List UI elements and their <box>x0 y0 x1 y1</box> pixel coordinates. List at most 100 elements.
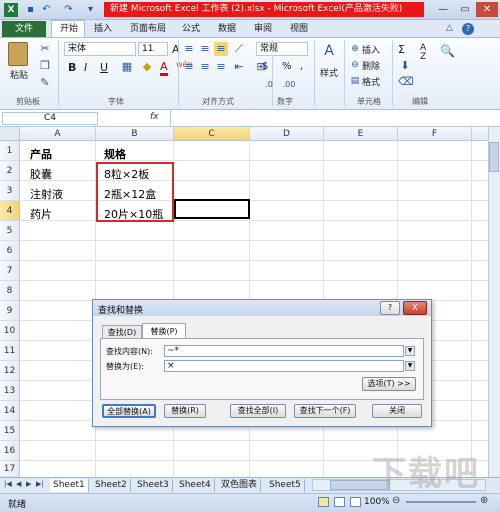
bold-button[interactable]: B <box>68 61 76 74</box>
row-header-13[interactable]: 13 <box>0 381 20 401</box>
align-top-icon[interactable]: ≡ <box>182 42 196 56</box>
sheet-tab-6[interactable]: Sheet5 <box>266 479 305 492</box>
comma-button[interactable]: , <box>300 61 303 72</box>
active-cell-c4[interactable] <box>174 199 250 219</box>
delete-cells-button[interactable]: 删除 <box>362 59 380 72</box>
align-left-icon[interactable]: ≡ <box>182 60 196 74</box>
select-all-corner[interactable] <box>0 127 20 141</box>
maximize-button[interactable]: ▭ <box>454 2 476 17</box>
currency-button[interactable]: $ <box>262 61 268 72</box>
minimize-button[interactable]: — <box>432 2 454 17</box>
column-header-f[interactable]: F <box>398 127 472 141</box>
tab-home[interactable]: 开始 <box>54 21 84 37</box>
align-bottom-icon[interactable]: ≡ <box>214 42 228 56</box>
row-header-2[interactable]: 2 <box>0 161 20 181</box>
tab-find[interactable]: 查找(D) <box>102 325 142 338</box>
paste-button-label[interactable]: 粘贴 <box>10 68 28 81</box>
name-box[interactable]: C4 <box>2 112 98 125</box>
find-what-dropdown[interactable]: ▼ <box>405 346 415 356</box>
sheet-tab-2[interactable]: Sheet2 <box>92 479 131 492</box>
orientation-icon[interactable]: ⟋ <box>232 42 246 56</box>
cell-a1[interactable]: 产品 <box>30 146 52 162</box>
undo-icon[interactable]: ↶ <box>40 3 53 16</box>
styles-button-label[interactable]: 样式 <box>320 66 338 79</box>
tab-page-layout[interactable]: 页面布局 <box>124 21 172 37</box>
options-button[interactable]: 选项(T) >> <box>362 377 416 391</box>
align-middle-icon[interactable]: ≡ <box>198 42 212 56</box>
column-header-d[interactable]: D <box>250 127 324 141</box>
close-window-button[interactable]: ✕ <box>476 2 498 17</box>
format-cells-button[interactable]: 格式 <box>362 75 380 88</box>
close-dialog-button[interactable]: 关闭 <box>372 404 422 418</box>
row-header-17[interactable]: 17 <box>0 461 20 477</box>
cell-a4[interactable]: 药片 <box>30 206 52 222</box>
find-select-icon[interactable]: 🔍 <box>440 44 455 58</box>
column-header-b[interactable]: B <box>96 127 174 141</box>
sheet-nav-first-icon[interactable]: |◀ <box>4 480 12 488</box>
normal-view-icon[interactable] <box>318 497 329 507</box>
row-header-1[interactable]: 1 <box>0 141 20 161</box>
row-header-6[interactable]: 6 <box>0 241 20 261</box>
row-header-7[interactable]: 7 <box>0 261 20 281</box>
sheet-nav-next-icon[interactable]: ▶ <box>26 480 31 488</box>
sheet-tab-4[interactable]: Sheet4 <box>176 479 215 492</box>
replace-with-input[interactable]: × <box>164 360 404 372</box>
tab-formulas[interactable]: 公式 <box>176 21 206 37</box>
save-icon[interactable]: ▪ <box>24 3 37 16</box>
vertical-scroll-thumb[interactable] <box>489 142 499 172</box>
tab-file[interactable]: 文件 <box>2 21 46 37</box>
row-header-16[interactable]: 16 <box>0 441 20 461</box>
fill-color-icon[interactable]: ◆ <box>140 60 154 74</box>
row-header-8[interactable]: 8 <box>0 281 20 301</box>
tab-review[interactable]: 审阅 <box>248 21 278 37</box>
align-center-icon[interactable]: ≡ <box>198 60 212 74</box>
sheet-nav-prev-icon[interactable]: ◀ <box>16 480 21 488</box>
find-what-input[interactable]: ~* <box>164 345 404 357</box>
align-right-icon[interactable]: ≡ <box>214 60 228 74</box>
row-header-9[interactable]: 9 <box>0 301 20 321</box>
percent-button[interactable]: % <box>282 61 292 72</box>
sheet-tab-3[interactable]: Sheet3 <box>134 479 173 492</box>
increase-decimal-icon[interactable]: .0 <box>262 78 276 92</box>
borders-icon[interactable]: ▦ <box>120 60 134 74</box>
column-header-e[interactable]: E <box>324 127 398 141</box>
column-header-a[interactable]: A <box>20 127 96 141</box>
formula-input[interactable] <box>170 111 498 126</box>
cell-a2[interactable]: 胶囊 <box>30 166 52 182</box>
row-header-5[interactable]: 5 <box>0 221 20 241</box>
font-name-dropdown[interactable]: 宋体 <box>64 42 136 56</box>
sheet-tab-1[interactable]: Sheet1 <box>50 479 89 492</box>
replace-all-button[interactable]: 全部替换(A) <box>102 404 156 418</box>
italic-button[interactable]: I <box>84 61 87 74</box>
row-header-10[interactable]: 10 <box>0 321 20 341</box>
zoom-slider[interactable] <box>406 501 476 503</box>
fill-icon[interactable]: ⬇ <box>398 59 412 73</box>
zoom-level[interactable]: 100% <box>364 497 390 507</box>
redo-icon[interactable]: ↷ <box>62 3 75 16</box>
tab-data[interactable]: 数据 <box>212 21 242 37</box>
find-all-button[interactable]: 查找全部(I) <box>230 404 286 418</box>
tab-insert[interactable]: 插入 <box>88 21 118 37</box>
row-header-12[interactable]: 12 <box>0 361 20 381</box>
row-header-11[interactable]: 11 <box>0 341 20 361</box>
replace-with-dropdown[interactable]: ▼ <box>405 361 415 371</box>
page-break-view-icon[interactable] <box>350 497 361 507</box>
number-format-dropdown[interactable]: 常规 <box>256 42 308 56</box>
dialog-close-button[interactable]: X <box>403 301 427 315</box>
row-header-15[interactable]: 15 <box>0 421 20 441</box>
page-layout-view-icon[interactable] <box>334 497 345 507</box>
help-icon[interactable]: ? <box>462 23 474 35</box>
column-header-c[interactable]: C <box>174 127 250 141</box>
tab-view[interactable]: 视图 <box>284 21 314 37</box>
insert-cells-button[interactable]: 插入 <box>362 43 380 56</box>
copy-icon[interactable]: ❐ <box>38 59 52 73</box>
replace-button[interactable]: 替换(R) <box>164 404 206 418</box>
sheet-nav-last-icon[interactable]: ▶| <box>36 480 44 488</box>
underline-button[interactable]: U <box>100 61 108 74</box>
find-next-button[interactable]: 查找下一个(F) <box>294 404 356 418</box>
sheet-tab-5[interactable]: 双色图表 <box>218 479 262 492</box>
sort-filter-button-z[interactable]: Z <box>420 52 426 62</box>
cut-icon[interactable]: ✂ <box>38 42 52 56</box>
row-header-14[interactable]: 14 <box>0 401 20 421</box>
dialog-help-button[interactable]: ? <box>380 301 400 315</box>
